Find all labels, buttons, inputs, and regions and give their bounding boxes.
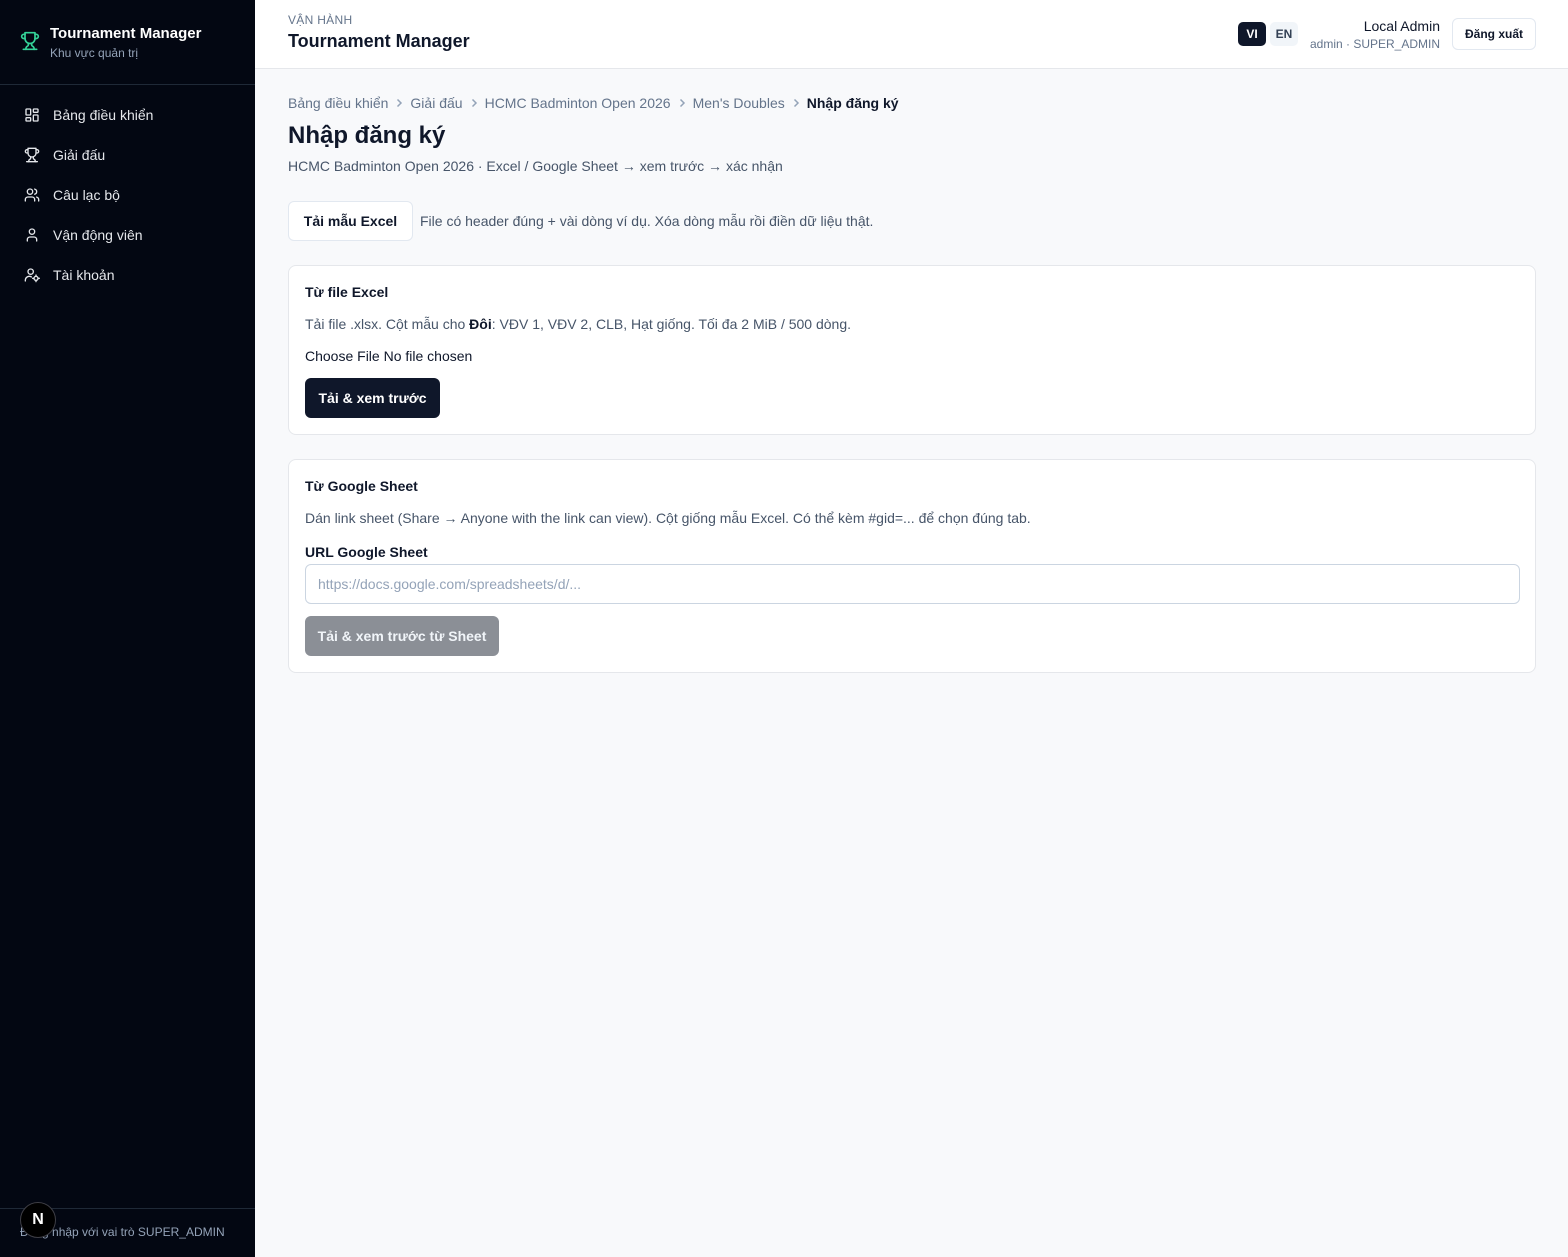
dashboard-icon xyxy=(25,108,39,122)
sidebar-item-label: Tài khoản xyxy=(53,267,115,283)
sidebar-item-label: Câu lạc bộ xyxy=(53,187,120,203)
file-input[interactable]: Choose File No file chosen xyxy=(305,348,472,364)
language-switcher: VI EN xyxy=(1238,22,1298,46)
breadcrumb: Bảng điều khiển Giải đấu HCMC Badminton … xyxy=(288,95,899,111)
trophy-icon xyxy=(24,147,40,163)
header-title: Tournament Manager xyxy=(288,31,470,51)
excel-desc-columns: : VĐV 1, VĐV 2, CLB, Hạt giống. Tối đa 2… xyxy=(491,316,852,332)
sheet-url-label: URL Google Sheet xyxy=(305,544,428,560)
breadcrumb-current: Nhập đăng ký xyxy=(806,95,899,111)
user-cog-icon xyxy=(24,268,40,283)
page-subtitle: HCMC Badminton Open 2026 · Excel / Googl… xyxy=(288,158,783,174)
top-header: VẬN HÀNH Tournament Manager VI EN Local … xyxy=(255,0,1568,69)
breadcrumb-event[interactable]: Men's Doubles xyxy=(693,95,785,111)
header-kicker: VẬN HÀNH xyxy=(288,13,353,27)
sidebar-item-label: Giải đấu xyxy=(53,147,106,163)
template-note: File có header đúng + vài dòng ví dụ. Xó… xyxy=(420,213,874,229)
chevron-right-icon xyxy=(463,98,485,108)
file-status: No file chosen xyxy=(383,348,473,364)
sheet-card-title: Từ Google Sheet xyxy=(305,478,418,494)
brand-title: Tournament Manager xyxy=(50,25,202,42)
sidebar-divider xyxy=(0,84,255,85)
breadcrumb-tournaments[interactable]: Giải đấu xyxy=(410,95,462,111)
excel-desc-format: Đôi xyxy=(469,316,492,332)
sidebar-item-label: Bảng điều khiển xyxy=(53,107,154,123)
trophy-logo-icon xyxy=(20,31,40,51)
user-name: Local Admin xyxy=(1363,18,1440,34)
user-role: admin · SUPER_ADMIN xyxy=(1309,37,1440,51)
sidebar: Tournament Manager Khu vực quản trị Bảng… xyxy=(0,0,255,1257)
sidebar-nav: Bảng điều khiển Giải đấu Câu lạc bộ Vận … xyxy=(0,95,255,295)
sidebar-item-accounts[interactable]: Tài khoản xyxy=(0,255,255,295)
sidebar-item-clubs[interactable]: Câu lạc bộ xyxy=(0,175,255,215)
sidebar-item-athletes[interactable]: Vận động viên xyxy=(0,215,255,255)
chevron-right-icon xyxy=(388,98,410,108)
sidebar-item-tournaments[interactable]: Giải đấu xyxy=(0,135,255,175)
sidebar-item-label: Vận động viên xyxy=(53,227,143,243)
sheet-card-description: Dán link sheet (Share → Anyone with the … xyxy=(305,510,1031,526)
excel-desc-text: Tải file .xlsx. Cột mẫu cho xyxy=(305,316,470,332)
dev-tools-badge[interactable]: N xyxy=(20,1202,56,1238)
lang-en-button[interactable]: EN xyxy=(1270,22,1298,46)
excel-card-title: Từ file Excel xyxy=(305,284,389,300)
sheet-preview-button[interactable]: Tải & xem trước từ Sheet xyxy=(305,616,499,656)
brand[interactable]: Tournament Manager Khu vực quản trị xyxy=(20,24,201,61)
user-icon xyxy=(26,228,38,242)
lang-vi-button[interactable]: VI xyxy=(1238,22,1266,46)
breadcrumb-dashboard[interactable]: Bảng điều khiển xyxy=(288,95,388,111)
sidebar-item-dashboard[interactable]: Bảng điều khiển xyxy=(0,95,255,135)
users-icon xyxy=(24,188,40,202)
user-info: Local Admin admin · SUPER_ADMIN xyxy=(1310,17,1440,52)
brand-subtitle: Khu vực quản trị xyxy=(50,46,139,60)
download-template-button[interactable]: Tải mẫu Excel xyxy=(288,201,413,241)
google-sheet-import-card: Từ Google Sheet Dán link sheet (Share → … xyxy=(288,459,1536,673)
chevron-right-icon xyxy=(671,98,693,108)
logout-button[interactable]: Đăng xuất xyxy=(1452,18,1536,50)
excel-card-description: Tải file .xlsx. Cột mẫu cho Đôi: VĐV 1, … xyxy=(305,316,851,332)
page-title: Nhập đăng ký xyxy=(288,122,446,149)
upload-preview-button[interactable]: Tải & xem trước xyxy=(305,378,440,418)
sheet-url-input[interactable] xyxy=(305,564,1520,604)
choose-file-button[interactable]: Choose File xyxy=(305,348,380,364)
chevron-right-icon xyxy=(785,98,807,108)
breadcrumb-tournament[interactable]: HCMC Badminton Open 2026 xyxy=(485,95,671,111)
excel-import-card: Từ file Excel Tải file .xlsx. Cột mẫu ch… xyxy=(288,265,1536,435)
